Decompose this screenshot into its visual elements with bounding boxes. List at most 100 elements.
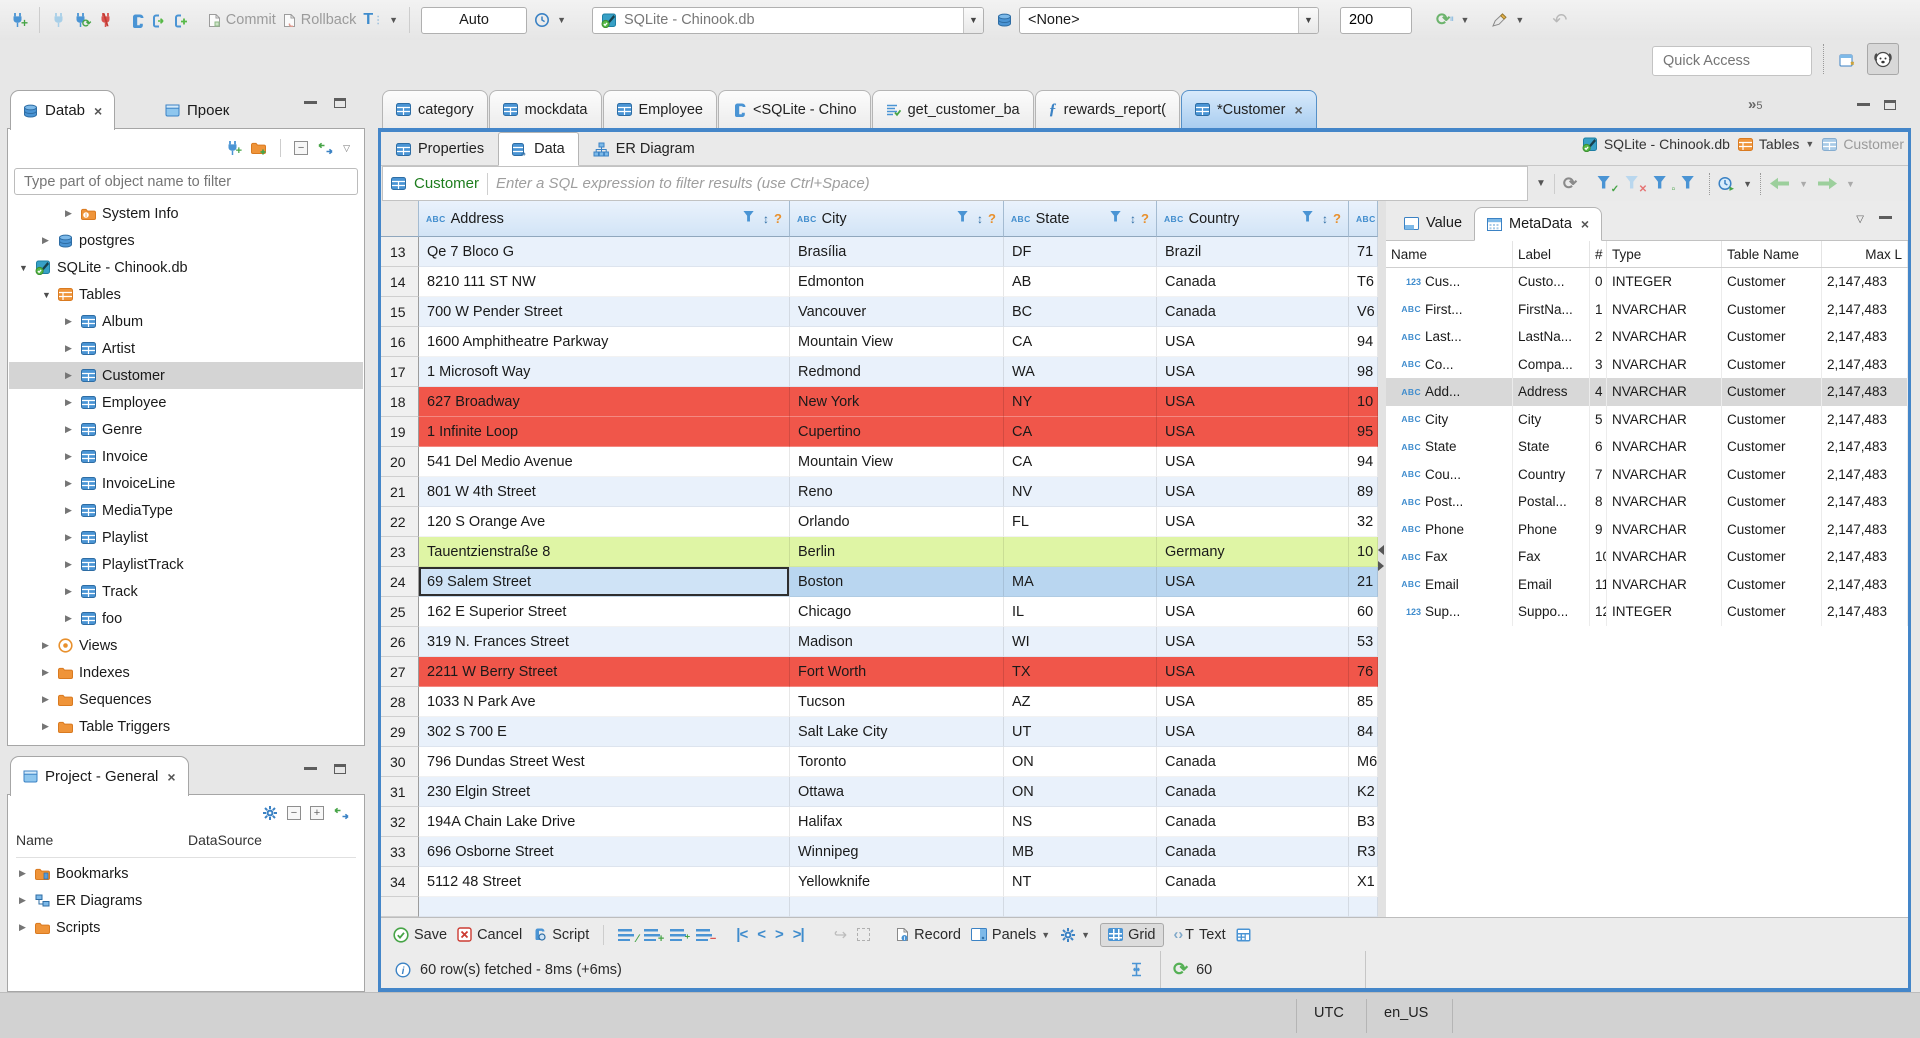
expand-arrow-icon[interactable]: ▶ — [42, 694, 52, 705]
more-tabs-indicator[interactable]: »5 — [1748, 96, 1762, 113]
grid-cell[interactable]: USA — [1157, 657, 1349, 687]
sash-collapse-right-icon[interactable] — [1378, 561, 1384, 571]
grid-cell[interactable]: 1600 Amphitheatre Parkway — [419, 327, 790, 357]
fetch-size-icon[interactable] — [1129, 962, 1144, 977]
grid-cell[interactable]: Tucson — [790, 687, 1004, 717]
undo-icon[interactable]: ↶ — [1552, 10, 1567, 31]
auto-refresh-caret-icon[interactable]: ▼ — [1743, 179, 1752, 189]
column-sort-icon[interactable]: ↕ — [977, 212, 983, 226]
link-with-editor-icon[interactable] — [333, 807, 350, 820]
project-item-bookmarks[interactable]: ▶ Bookmarks — [9, 860, 363, 887]
grid-cell[interactable]: Edmonton — [790, 267, 1004, 297]
meta-row-fax[interactable]: ABCFaxFax10NVARCHARCustomer2,147,483 — [1386, 543, 1908, 571]
grid-cell[interactable]: USA — [1157, 327, 1349, 357]
subtab-properties[interactable]: Properties — [382, 132, 498, 166]
grid-cell[interactable]: 94 — [1349, 327, 1378, 357]
row-number[interactable]: 23 — [381, 537, 419, 567]
editor-tab-mockdata[interactable]: mockdata — [488, 90, 602, 128]
grid-cell[interactable]: Tauentzienstraße 8 — [419, 537, 790, 567]
grid-cell[interactable]: ON — [1004, 747, 1157, 777]
expand-arrow-icon[interactable]: ▶ — [42, 640, 52, 651]
editor-tab-employee[interactable]: Employee — [602, 90, 717, 128]
grid-cell[interactable] — [1157, 897, 1349, 917]
grid-cell[interactable]: Canada — [1157, 297, 1349, 327]
editor-tab-sqlitechino[interactable]: <SQLite - Chino — [717, 90, 871, 128]
schema-select[interactable]: <None> ▼ — [1018, 6, 1319, 34]
grid-cell[interactable]: USA — [1157, 717, 1349, 747]
grid-cell[interactable]: USA — [1157, 627, 1349, 657]
grid-cell[interactable]: Mountain View — [790, 327, 1004, 357]
text-view-button[interactable]: ‹› T Text — [1174, 927, 1226, 943]
minimize-view-icon[interactable] — [304, 766, 317, 770]
rollback-button[interactable]: Rollback — [283, 12, 356, 28]
quick-access-input[interactable] — [1652, 46, 1812, 76]
grid-cell[interactable]: 1 Microsoft Way — [419, 357, 790, 387]
grid-cell[interactable] — [790, 897, 1004, 917]
disconnect-icon[interactable]: ∖ — [98, 11, 110, 29]
row-number[interactable]: 17 — [381, 357, 419, 387]
meta-row-custo[interactable]: 123 Cus... Custo... 0 INTEGER Customer 2,147,4… — [1386, 268, 1908, 296]
navigator-filter-input[interactable] — [14, 168, 358, 195]
grid-cell[interactable]: Germany — [1157, 537, 1349, 567]
last-row-icon[interactable]: >| — [793, 926, 805, 943]
auto-refresh-box[interactable]: ⟳ 60 — [1160, 951, 1366, 988]
record-button[interactable]: i Record — [896, 927, 961, 943]
breadcrumb-caret-icon[interactable]: ▼ — [1805, 139, 1814, 149]
grid-cell[interactable]: 94 — [1349, 447, 1378, 477]
column-header-clipped[interactable]: ABC — [1349, 201, 1378, 237]
expand-arrow-icon[interactable]: ▶ — [19, 868, 29, 879]
refresh-rate-icon[interactable]: ⟳ ᴵᴵ — [1436, 10, 1454, 30]
row-number[interactable]: 34 — [381, 867, 419, 897]
tree-item-employee[interactable]: ▶ Employee — [9, 389, 363, 416]
back-caret-icon[interactable]: ▼ — [1799, 179, 1808, 189]
grid-cell[interactable] — [1349, 897, 1378, 917]
expand-arrow-icon[interactable]: ▶ — [65, 478, 75, 489]
tab-database-navigator[interactable]: Datab × — [10, 90, 116, 130]
maximize-editor-icon[interactable] — [1884, 100, 1896, 110]
commit-button[interactable]: Commit — [208, 12, 276, 28]
tree-item-postgres[interactable]: ▶ postgres — [9, 227, 363, 254]
grid-cell[interactable]: B3 — [1349, 807, 1378, 837]
grid-cell[interactable]: 2211 W Berry Street — [419, 657, 790, 687]
grid-cell[interactable]: WI — [1004, 627, 1157, 657]
grid-cell[interactable]: 85 — [1349, 687, 1378, 717]
row-number[interactable]: 13 — [381, 237, 419, 267]
refresh-caret-icon[interactable]: ▼ — [1461, 15, 1470, 25]
grid-cell[interactable]: 89 — [1349, 477, 1378, 507]
expand-arrow-icon[interactable]: ▶ — [65, 208, 75, 219]
transaction-log-icon[interactable]: T ⋮ — [363, 11, 383, 29]
expand-arrow-icon[interactable]: ▶ — [42, 667, 52, 678]
grid-cell[interactable]: USA — [1157, 447, 1349, 477]
grid-cell[interactable]: 10 — [1349, 537, 1378, 567]
breadcrumb-sqlite-chinook-db[interactable]: SQLite - Chinook.db — [1582, 136, 1730, 152]
grid-cell[interactable]: R3 — [1349, 837, 1378, 867]
column-header-state[interactable]: ABC State ↕? — [1004, 201, 1157, 237]
meta-row-suppo[interactable]: 123 Sup... Suppo...12INTEGERCustomer2,147,… — [1386, 598, 1908, 626]
tree-item-views[interactable]: ▶ Views — [9, 632, 363, 659]
row-number[interactable]: 16 — [381, 327, 419, 357]
tab-project-general[interactable]: Project - General × — [10, 756, 189, 796]
save-filter-icon[interactable]: ▫ — [1653, 175, 1675, 194]
close-icon[interactable]: × — [167, 769, 175, 785]
meta-row-postal[interactable]: ABC Post... Postal... 8 NVARCHAR Customer 2,14… — [1386, 488, 1908, 516]
tree-item-playlist[interactable]: ▶ Playlist — [9, 524, 363, 551]
tree-item-customer[interactable]: ▶ Customer — [9, 362, 363, 389]
row-number[interactable]: 21 — [381, 477, 419, 507]
fetch-next-icon[interactable]: ↪ — [834, 925, 847, 945]
tab-metadata[interactable]: MetaData × — [1474, 207, 1603, 241]
close-icon[interactable]: × — [1294, 102, 1302, 118]
remove-filter-icon[interactable]: ✕ — [1625, 175, 1647, 194]
row-number[interactable]: 29 — [381, 717, 419, 747]
expand-arrow-icon[interactable]: ▶ — [42, 721, 52, 732]
grid-cell[interactable]: Mountain View — [790, 447, 1004, 477]
meta-column--[interactable]: # — [1590, 241, 1607, 267]
transaction-history-icon[interactable] — [534, 12, 550, 28]
pen-icon[interactable] — [1491, 12, 1508, 28]
grid-cell[interactable] — [419, 897, 790, 917]
new-sql-script-icon[interactable] — [173, 13, 188, 28]
delete-row-icon[interactable]: − — [696, 928, 716, 945]
grid-cell[interactable]: USA — [1157, 417, 1349, 447]
grid-cell[interactable]: Winnipeg — [790, 837, 1004, 867]
grid-cell[interactable]: Brasília — [790, 237, 1004, 267]
custom-filter-icon[interactable] — [1681, 175, 1701, 192]
